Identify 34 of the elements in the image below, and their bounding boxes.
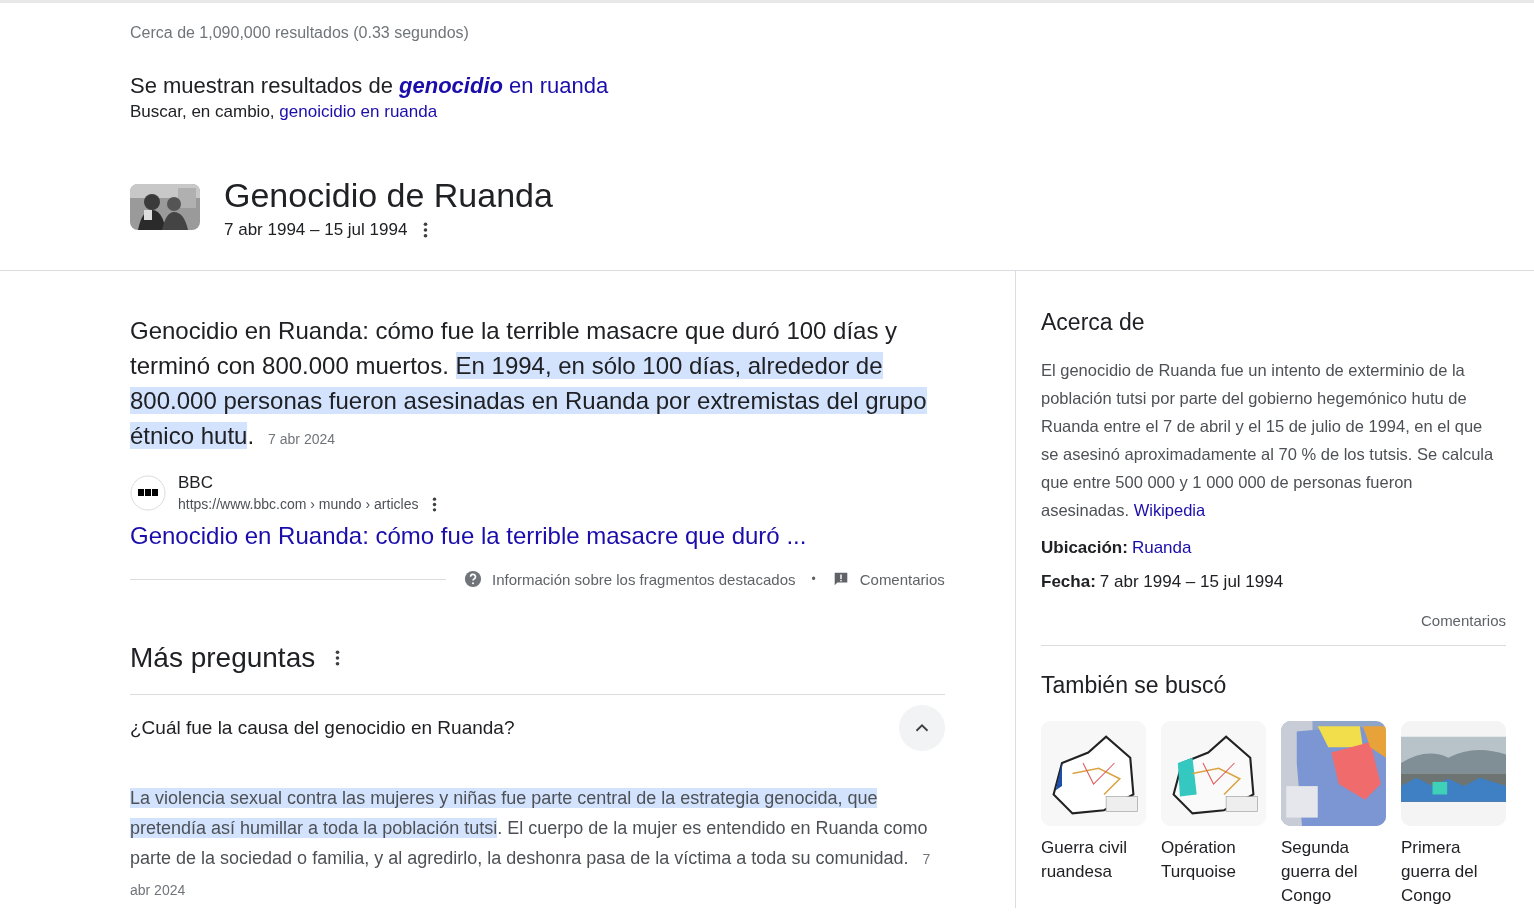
help-icon[interactable]: [464, 570, 482, 588]
more-options-icon[interactable]: [423, 222, 429, 238]
feedback-link[interactable]: Comentarios: [859, 570, 945, 588]
fact-label: Ubicación:: [1041, 538, 1128, 557]
spelling-text: Se muestran resultados de: [130, 73, 394, 98]
spelling-text: Buscar, en cambio,: [130, 102, 276, 121]
related-search-link[interactable]: Primera guerra del Congo: [1401, 836, 1506, 908]
related-search-link[interactable]: Opération Turquoise: [1161, 836, 1266, 884]
source-url: https://www.bbc.com › mundo › articles: [178, 496, 419, 512]
more-options-icon[interactable]: [432, 496, 438, 512]
site-logo-icon[interactable]: [130, 474, 166, 511]
fact-label: Fecha:: [1041, 572, 1096, 591]
more-options-icon[interactable]: [335, 650, 341, 666]
fact-link[interactable]: Ruanda: [1131, 538, 1192, 557]
panel-title: Acerca de: [1041, 309, 1146, 336]
result-link[interactable]: Genocidio en Ruanda: cómo fue la terrible masacre que duró ...: [130, 522, 945, 550]
related-search-link[interactable]: Guerra civil ruandesa: [1041, 836, 1146, 884]
related-search-link[interactable]: Segunda guerra del Congo: [1281, 836, 1386, 908]
original-query-link[interactable]: genoicidio en ruanda: [279, 102, 438, 121]
entity-dates: 7 abr 1994 – 15 jul 1994: [224, 220, 408, 240]
section-title: Más preguntas: [130, 642, 316, 674]
description-text: El genocidio de Ruanda fue un intento de exterminio de la población tutsi por parte del gobierno hegemónico hutu de Ruanda entre el 7 de abril y el 15 de julio de 1994, en el que se asesinó aproximadamente al 70 % de los tutsis. Se calcula que entre 500 000 y 1 000 000 de personas fueron asesinadas. Wikipedia: [1041, 360, 1495, 521]
result-stats: Cerca de 1,090,000 resultados (0.33 segundos): [130, 23, 470, 42]
section-title: También se buscó: [1041, 672, 1228, 699]
answer-text: La violencia sexual contra las mujeres y niñas fue parte central de la estrategia genocida, que pretendía así humillar a toda la población tutsi. El cuerpo de la mujer es entendido en Ruanda como parte de la sociedad o familia, y al agredirlo, la deshonra pasa de la víctima a toda su comunidad. 7 abr 2024: [130, 787, 932, 900]
source-name: BBC: [178, 473, 214, 493]
fact-value: 7 abr 1994 – 15 jul 1994: [1099, 572, 1284, 591]
wikipedia-link[interactable]: Wikipedia: [1133, 501, 1206, 519]
question-text[interactable]: ¿Cuál fue la causa del genocidio en Ruanda?: [130, 717, 515, 739]
entity-title: Genocidio de Ruanda: [224, 175, 553, 216]
corrected-query-link[interactable]: genocidio en ruanda: [399, 73, 609, 98]
feedback-link[interactable]: Comentarios: [1420, 612, 1506, 629]
separator-dot: •: [811, 572, 816, 586]
about-snippets-link[interactable]: Información sobre los fragmentos destacados: [492, 570, 796, 588]
